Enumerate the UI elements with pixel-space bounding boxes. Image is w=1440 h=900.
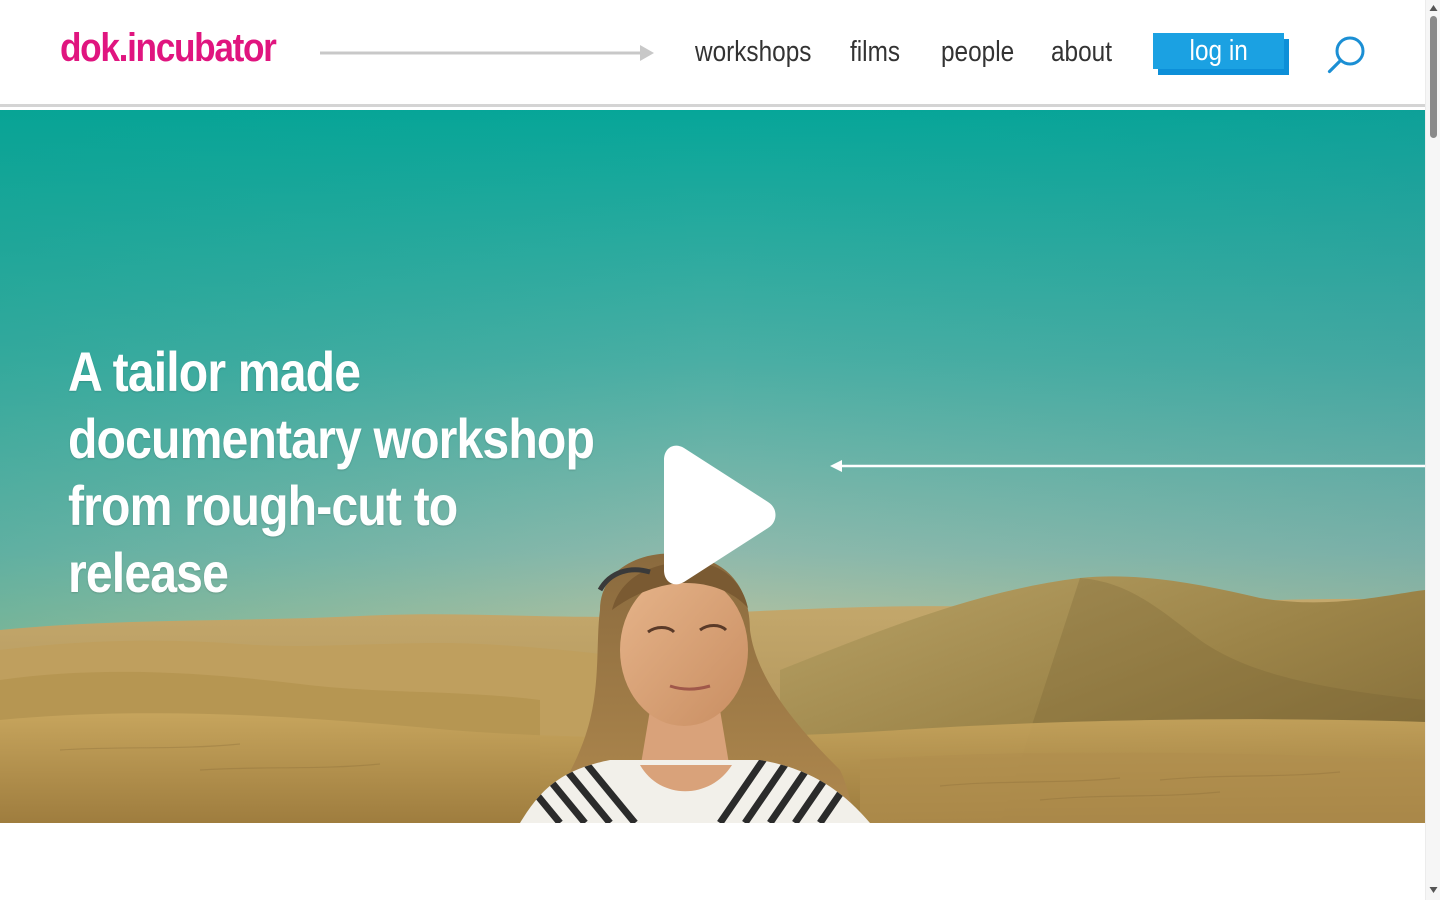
nav-link-films[interactable]: films: [850, 38, 900, 67]
scroll-up-arrow-icon[interactable]: [1429, 4, 1438, 12]
page-scrollbar[interactable]: [1425, 0, 1440, 900]
nav-link-about[interactable]: about: [1051, 38, 1112, 67]
nav-link-workshops[interactable]: workshops: [695, 38, 811, 67]
play-icon[interactable]: [640, 442, 780, 594]
site-logo[interactable]: dok.incubator: [60, 28, 277, 68]
hero-title: A tailor made documentary workshop from …: [68, 340, 595, 604]
login-button-face[interactable]: log in: [1153, 33, 1284, 69]
site-header: dok.incubator workshops films people abo…: [0, 0, 1425, 107]
page: dok.incubator workshops films people abo…: [0, 0, 1440, 900]
scroll-down-arrow-icon[interactable]: [1429, 886, 1438, 894]
search-icon[interactable]: [1326, 34, 1368, 76]
login-button-label: log in: [1189, 34, 1248, 67]
scrollbar-thumb[interactable]: [1430, 16, 1437, 138]
hero-section: A tailor made documentary workshop from …: [0, 110, 1425, 823]
decorative-arrow-left-icon: [830, 460, 1425, 472]
nav-link-people[interactable]: people: [941, 38, 1014, 67]
login-button[interactable]: log in: [1153, 33, 1289, 75]
decorative-arrow-right-icon: [320, 45, 654, 61]
